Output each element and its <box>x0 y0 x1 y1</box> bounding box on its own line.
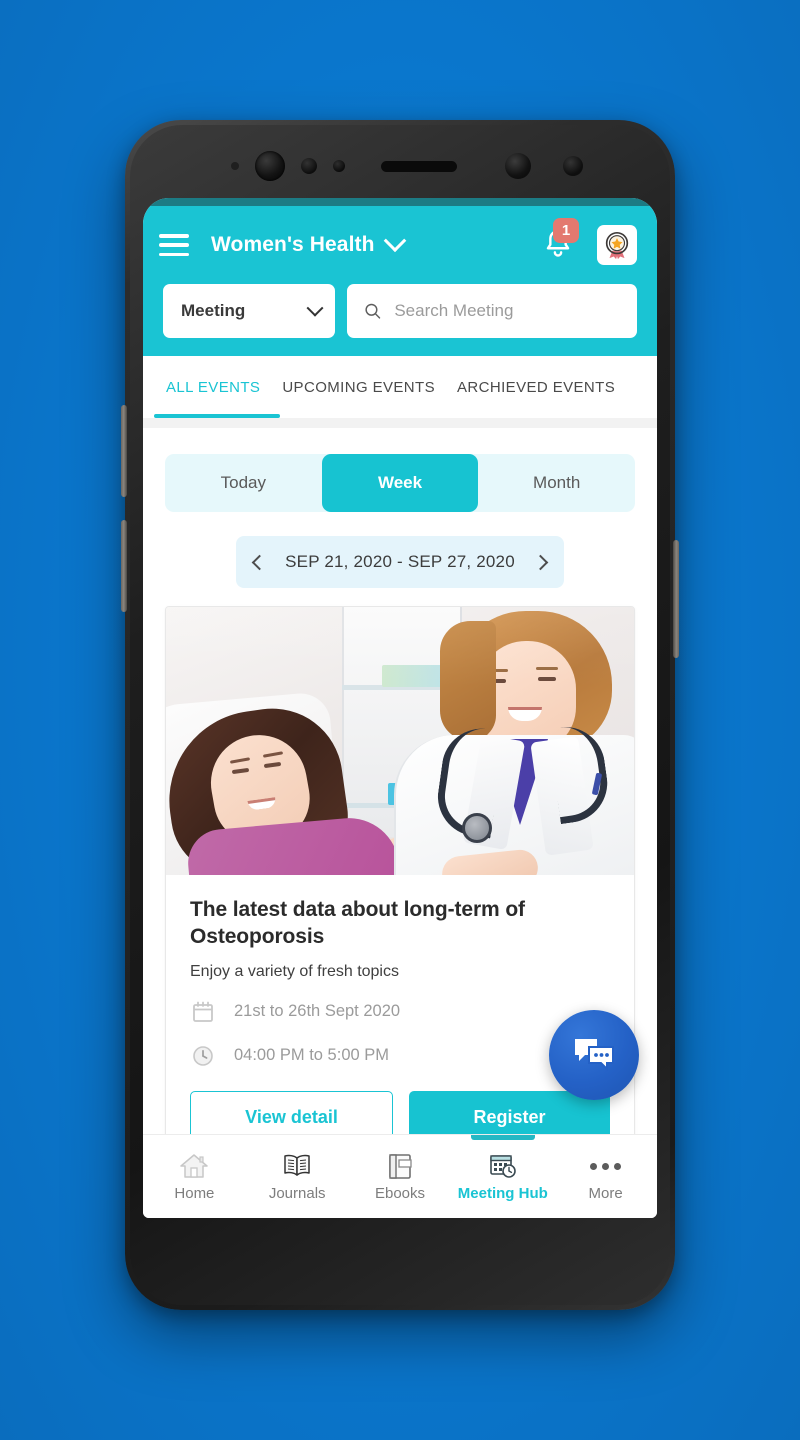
period-segment-wrapper: Today Week Month <box>143 428 657 512</box>
award-badge-icon <box>605 231 629 260</box>
event-time-text: 04:00 PM to 5:00 PM <box>234 1046 390 1065</box>
notification-badge: 1 <box>553 218 579 243</box>
notifications-button[interactable]: 1 <box>541 218 579 264</box>
search-row: Meeting <box>143 284 657 338</box>
tab-archived-events[interactable]: ARCHIEVED EVENTS <box>446 356 626 418</box>
tab-all-events[interactable]: ALL EVENTS <box>155 356 271 418</box>
proximity-sensor-icon <box>301 158 317 174</box>
calendar-clock-icon <box>488 1151 518 1181</box>
nav-label-more: More <box>588 1185 623 1202</box>
category-select[interactable]: Meeting <box>163 284 335 338</box>
open-book-icon <box>281 1151 313 1181</box>
search-icon <box>365 303 381 319</box>
segment-week[interactable]: Week <box>321 454 479 512</box>
volume-down-button[interactable] <box>121 520 127 612</box>
date-range-label: SEP 21, 2020 - SEP 27, 2020 <box>285 552 515 571</box>
nav-item-more[interactable]: More <box>554 1135 657 1218</box>
nav-item-meeting-hub[interactable]: Meeting Hub <box>451 1135 554 1218</box>
active-tab-indicator <box>154 414 280 418</box>
light-sensor-icon <box>333 160 345 172</box>
nav-label-ebooks: Ebooks <box>374 1185 426 1202</box>
nav-item-journals[interactable]: Journals <box>246 1135 349 1218</box>
date-range-selector: SEP 21, 2020 - SEP 27, 2020 <box>236 536 564 588</box>
phone-device-frame: Women's Health 1 Meeting Search Meeting … <box>121 120 679 1310</box>
event-title: The latest data about long-term of Osteo… <box>190 898 525 948</box>
clock-icon <box>190 1043 216 1069</box>
chevron-right-icon[interactable] <box>532 554 549 570</box>
category-select-label: Meeting <box>181 301 246 320</box>
event-subtitle: Enjoy a variety of fresh topics <box>190 962 399 980</box>
nav-item-ebooks[interactable]: Ebooks <box>349 1135 452 1218</box>
bottom-navigation: Home Journals Ebooks Meeting Hub More <box>143 1134 657 1218</box>
event-date-row: 21st to 26th Sept 2020 <box>190 999 610 1025</box>
tab-upcoming-events[interactable]: UPCOMING EVENTS <box>271 356 446 418</box>
ebook-icon <box>386 1151 414 1181</box>
page-title: Women's Health <box>211 233 375 256</box>
ellipsis-icon <box>590 1151 622 1181</box>
sensor-dot-icon <box>231 162 239 170</box>
segment-month[interactable]: Month <box>478 454 635 512</box>
search-input[interactable] <box>394 301 621 321</box>
segment-today[interactable]: Today <box>165 454 322 512</box>
award-badge-button[interactable] <box>597 225 637 265</box>
secondary-camera-icon <box>505 153 531 179</box>
earpiece-speaker-icon <box>381 161 457 172</box>
home-icon <box>179 1151 209 1181</box>
active-nav-indicator <box>470 1135 535 1140</box>
nav-label-journals: Journals <box>268 1185 326 1202</box>
chevron-down-icon[interactable] <box>383 229 406 253</box>
phone-top-bezel <box>143 134 657 200</box>
infrared-sensor-icon <box>563 156 583 176</box>
event-image <box>166 607 634 875</box>
tabs-divider <box>143 418 657 428</box>
search-box[interactable] <box>347 284 637 338</box>
nav-label-home: Home <box>174 1185 215 1202</box>
front-camera-icon <box>255 151 285 181</box>
chevron-left-icon[interactable] <box>251 554 268 570</box>
event-time-row: 04:00 PM to 5:00 PM <box>190 1043 610 1069</box>
chat-fab-button[interactable] <box>549 1010 639 1100</box>
calendar-icon <box>190 999 216 1025</box>
period-segmented-control: Today Week Month <box>165 454 635 512</box>
chevron-down-icon <box>306 299 324 317</box>
chat-bubbles-icon <box>575 1039 614 1072</box>
nav-label-meeting-hub: Meeting Hub <box>457 1185 548 1202</box>
app-header: Women's Health 1 Meeting Search Meeting <box>143 198 657 356</box>
status-bar <box>143 198 657 206</box>
volume-up-button[interactable] <box>121 405 127 497</box>
event-date-text: 21st to 26th Sept 2020 <box>234 1002 401 1021</box>
header-top-row: Women's Health 1 <box>143 206 657 284</box>
power-button[interactable] <box>673 540 679 658</box>
hamburger-menu-icon[interactable] <box>159 234 189 256</box>
app-screen: Women's Health 1 Meeting Search Meeting … <box>143 198 657 1218</box>
date-range-wrapper: SEP 21, 2020 - SEP 27, 2020 <box>143 512 657 606</box>
nav-item-home[interactable]: Home <box>143 1135 246 1218</box>
event-tabs: ALL EVENTS UPCOMING EVENTS ARCHIEVED EVE… <box>143 356 657 418</box>
